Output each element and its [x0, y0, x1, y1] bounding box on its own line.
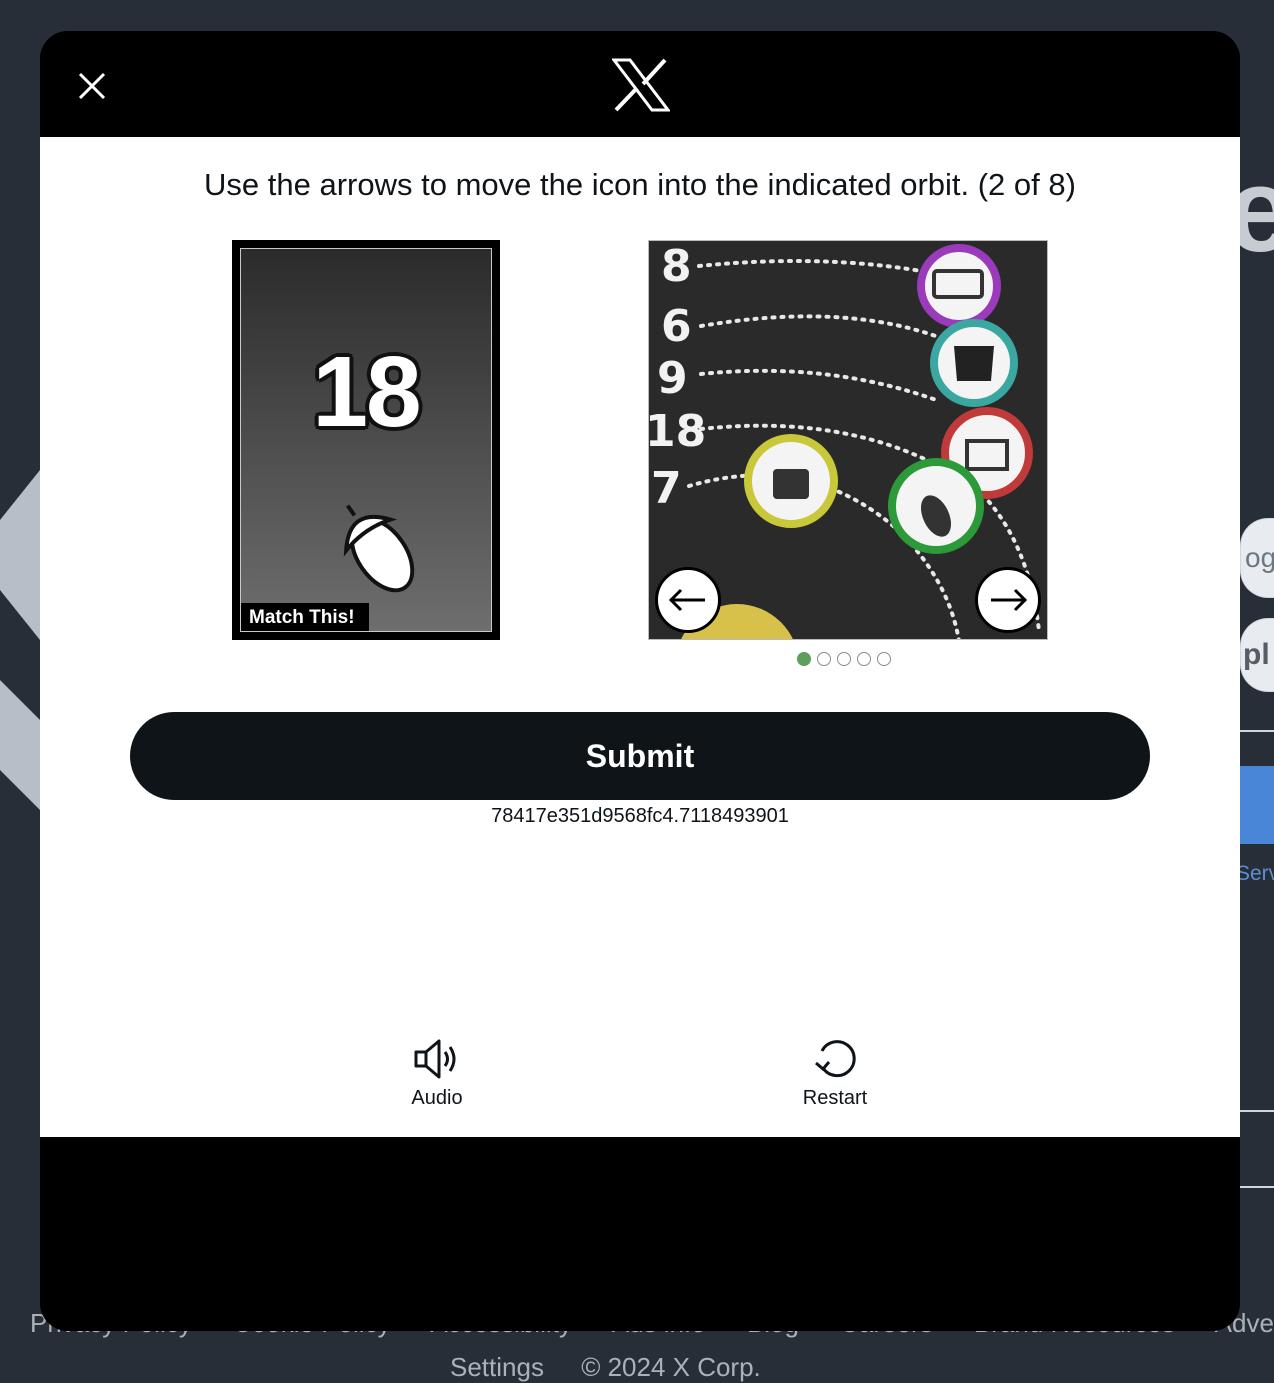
- footer-link[interactable]: Settings: [450, 1352, 544, 1382]
- x-logo: [612, 58, 670, 112]
- acorn-icon: [343, 504, 415, 593]
- target-card: 18 Match This!: [232, 240, 500, 640]
- arrow-right-icon: [991, 588, 1028, 612]
- captcha-body: Use the arrows to move the icon into the…: [40, 137, 1240, 1137]
- target-orbit-number: 18: [312, 336, 421, 448]
- background-create-account-button[interactable]: [1240, 766, 1274, 844]
- audio-label: Audio: [411, 1087, 463, 1109]
- footer-copyright: © 2024 X Corp.: [581, 1352, 761, 1382]
- submit-button[interactable]: Submit: [130, 712, 1150, 800]
- pager-dot[interactable]: [817, 652, 831, 666]
- speaker-icon: [414, 1039, 456, 1079]
- background-divider: [1240, 730, 1274, 732]
- truck-icon: [917, 244, 1001, 328]
- orbit-label: 9: [657, 353, 688, 404]
- background-terms-link[interactable]: Serv: [1236, 862, 1274, 886]
- arrow-left-icon: [668, 588, 705, 612]
- restart-label: Restart: [802, 1087, 868, 1109]
- match-this-label: Match This!: [241, 603, 369, 631]
- pager-dot[interactable]: [837, 652, 851, 666]
- background-divider: [1240, 1110, 1274, 1112]
- audio-button[interactable]: Audio: [367, 1037, 507, 1110]
- target-image: 18 Match This!: [240, 248, 492, 632]
- captcha-modal: Use the arrows to move the icon into the…: [40, 31, 1240, 1331]
- puzzle-pager: [797, 652, 897, 672]
- pager-dot[interactable]: [877, 652, 891, 666]
- restart-button[interactable]: Restart: [765, 1037, 905, 1110]
- close-icon: [78, 72, 106, 100]
- acorn-icon: [888, 458, 984, 554]
- background-google-button[interactable]: ogl: [1240, 518, 1274, 598]
- session-id: 78417e351d9568fc4.7118493901: [491, 805, 789, 827]
- restart-icon: [815, 1040, 856, 1078]
- orbit-label: 7: [651, 463, 682, 514]
- close-button[interactable]: [70, 64, 114, 108]
- orbit-label: 6: [661, 301, 692, 352]
- pager-dot-active[interactable]: [797, 652, 811, 666]
- modal-footer: [40, 1137, 1240, 1331]
- arrow-left-button[interactable]: [655, 567, 721, 633]
- modal-header: [40, 31, 1240, 137]
- orbit-puzzle-image: 8 6 9 18 7: [648, 240, 1048, 640]
- captcha-instructions: Use the arrows to move the icon into the…: [204, 167, 1076, 202]
- orbit-label: 18: [649, 406, 706, 457]
- background-apple-button[interactable]: pl: [1240, 618, 1274, 692]
- dog-icon: [930, 319, 1018, 407]
- arrow-right-button[interactable]: [975, 567, 1041, 633]
- background-footer-row2: Settings © 2024 X Corp.: [450, 1352, 791, 1383]
- background-divider: [1240, 1186, 1274, 1188]
- pager-dot[interactable]: [857, 652, 871, 666]
- bag-icon: [744, 434, 838, 528]
- orbit-label: 8: [661, 241, 692, 292]
